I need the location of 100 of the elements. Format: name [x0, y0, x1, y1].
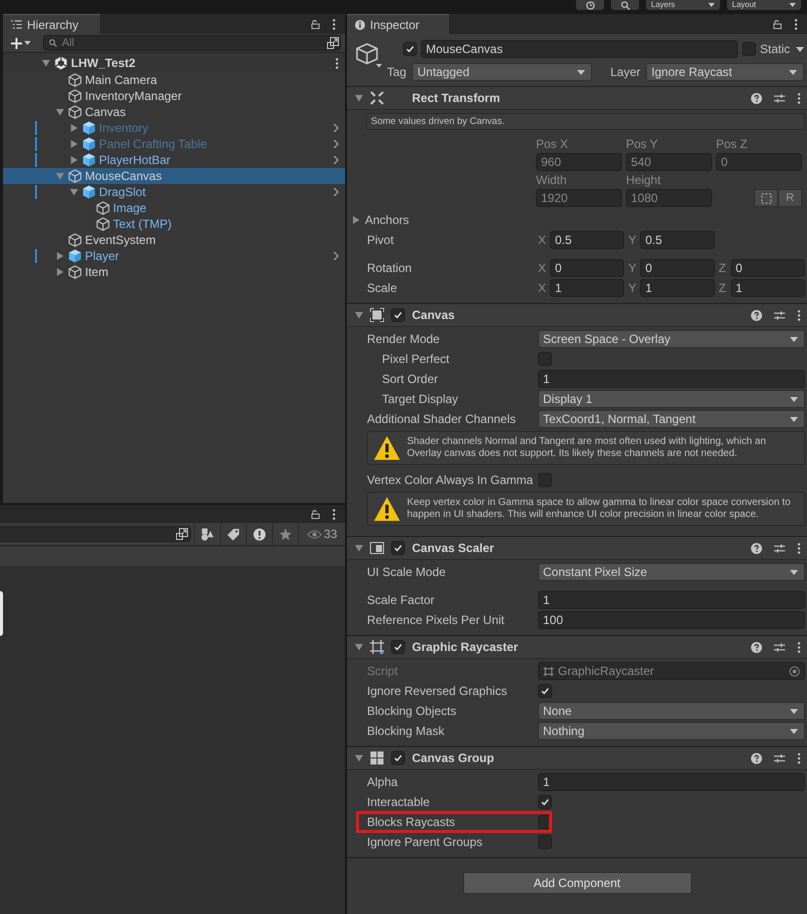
hierarchy-item[interactable]: Text (TMP) [3, 216, 345, 232]
collapse-arrow-icon[interactable] [355, 311, 363, 319]
help-icon[interactable] [751, 642, 762, 652]
expand-arrow-icon[interactable] [352, 216, 360, 224]
menu-icon[interactable] [797, 752, 801, 764]
input-field[interactable]: 1 [538, 773, 805, 791]
menu-icon[interactable] [797, 310, 801, 320]
preset-icon[interactable] [774, 310, 785, 320]
search-field[interactable]: All [43, 35, 341, 51]
input-field[interactable]: 0 [730, 259, 805, 277]
input-field[interactable]: 1 [538, 370, 805, 388]
hierarchy-tab[interactable]: Hierarchy [3, 14, 100, 34]
input-field[interactable]: 0 [550, 259, 624, 277]
checkbox[interactable] [742, 42, 756, 56]
chevron-right-icon[interactable] [333, 187, 339, 197]
checkbox[interactable] [538, 795, 552, 809]
hierarchy-item[interactable]: EventSystem [3, 232, 345, 248]
hierarchy-item[interactable]: Image [3, 200, 345, 216]
inspector-tab[interactable]: Inspector [347, 14, 450, 34]
preset-icon[interactable] [774, 542, 785, 554]
hierarchy-item[interactable]: Main Camera [3, 72, 345, 88]
expand-arrow-icon[interactable] [70, 140, 78, 148]
help-icon[interactable] [751, 92, 762, 104]
add-dropdown[interactable] [11, 38, 31, 48]
dropdown[interactable]: TexCoord1, Normal, Tangent [538, 410, 805, 428]
preset-icon[interactable] [774, 752, 785, 764]
dropdown[interactable]: Screen Space - Overlay [538, 330, 805, 348]
input-field[interactable]: 1 [550, 279, 624, 297]
checkbox[interactable] [391, 751, 405, 765]
menu-icon[interactable] [332, 508, 336, 520]
input-field[interactable]: 0.5 [640, 231, 715, 249]
dropdown[interactable]: None [538, 702, 805, 720]
lock-icon[interactable] [773, 20, 782, 28]
collapse-arrow-icon[interactable] [355, 94, 363, 102]
input-field[interactable]: 1 [538, 591, 805, 609]
hierarchy-item[interactable]: DragSlot [3, 184, 345, 200]
input-field[interactable]: 960 [536, 153, 622, 171]
collapse-arrow-icon[interactable] [355, 544, 363, 552]
search-field[interactable] [0, 526, 191, 542]
checkbox[interactable] [391, 308, 405, 322]
tag-dropdown[interactable]: Untagged [412, 63, 592, 81]
input-field[interactable]: 0 [640, 259, 715, 277]
collapse-arrow-icon[interactable] [355, 754, 363, 762]
preset-icon[interactable] [774, 92, 785, 104]
history-button[interactable] [576, 0, 604, 10]
target-icon[interactable] [789, 666, 800, 676]
add-component-button[interactable]: Add Component [462, 872, 692, 894]
lock-icon[interactable] [311, 510, 320, 518]
popout-icon[interactable] [327, 37, 339, 49]
hierarchy-item[interactable]: Item [3, 264, 345, 280]
expand-arrow-icon[interactable] [56, 252, 64, 260]
lock-icon[interactable] [311, 20, 320, 28]
checkbox[interactable] [391, 640, 405, 654]
collapse-arrow-icon[interactable] [70, 188, 78, 196]
input-field[interactable]: 540 [626, 153, 712, 171]
toolbar-dropdown[interactable]: Layers [646, 0, 720, 10]
raw-edit-button[interactable]: R [778, 189, 802, 207]
dropdown[interactable]: Nothing [538, 722, 805, 740]
dropdown[interactable]: Constant Pixel Size [538, 563, 805, 581]
collapse-arrow-icon[interactable] [42, 59, 50, 67]
input-field[interactable]: 1920 [536, 189, 622, 207]
help-icon[interactable] [751, 542, 762, 554]
hierarchy-item[interactable]: InventoryManager [3, 88, 345, 104]
input-field[interactable]: 0 [716, 153, 802, 171]
toolbar-dropdown[interactable]: Layout [727, 0, 801, 10]
input-field[interactable]: 1 [730, 279, 805, 297]
hierarchy-item[interactable]: PlayerHotBar [3, 152, 345, 168]
checkbox[interactable] [538, 684, 552, 698]
input-field[interactable]: 1 [640, 279, 715, 297]
expand-arrow-icon[interactable] [56, 268, 64, 276]
checkbox[interactable] [403, 42, 417, 56]
dropdown[interactable]: Display 1 [538, 390, 805, 408]
layer-dropdown[interactable]: Ignore Raycast [646, 63, 804, 81]
menu-icon[interactable] [797, 92, 801, 104]
hierarchy-item[interactable]: Player [3, 248, 345, 264]
menu-icon[interactable] [794, 18, 798, 30]
visibility-button[interactable]: 33 [298, 523, 345, 545]
checkbox[interactable] [391, 541, 405, 555]
menu-icon[interactable] [797, 542, 801, 554]
menu-icon[interactable] [335, 58, 339, 68]
chevron-right-icon[interactable] [333, 251, 339, 261]
hierarchy-item[interactable]: MouseCanvas [3, 168, 345, 184]
hierarchy-item[interactable]: Canvas [3, 104, 345, 120]
menu-icon[interactable] [332, 18, 336, 30]
menu-icon[interactable] [797, 642, 801, 652]
collapse-arrow-icon[interactable] [56, 108, 64, 116]
input-field[interactable]: 1080 [626, 189, 712, 207]
blueprint-button[interactable] [754, 189, 778, 207]
help-icon[interactable] [751, 752, 762, 764]
collapse-arrow-icon[interactable] [355, 643, 363, 651]
preset-icon[interactable] [774, 642, 785, 652]
search-button[interactable] [611, 0, 639, 10]
asset-tile[interactable] [0, 591, 3, 636]
expand-arrow-icon[interactable] [70, 156, 78, 164]
name-field[interactable]: MouseCanvas [421, 40, 738, 58]
expand-arrow-icon[interactable] [70, 124, 78, 132]
input-field[interactable]: 100 [538, 611, 805, 629]
input-field[interactable]: 0.5 [550, 231, 624, 249]
help-icon[interactable] [751, 310, 762, 320]
popout-icon[interactable] [176, 528, 188, 540]
